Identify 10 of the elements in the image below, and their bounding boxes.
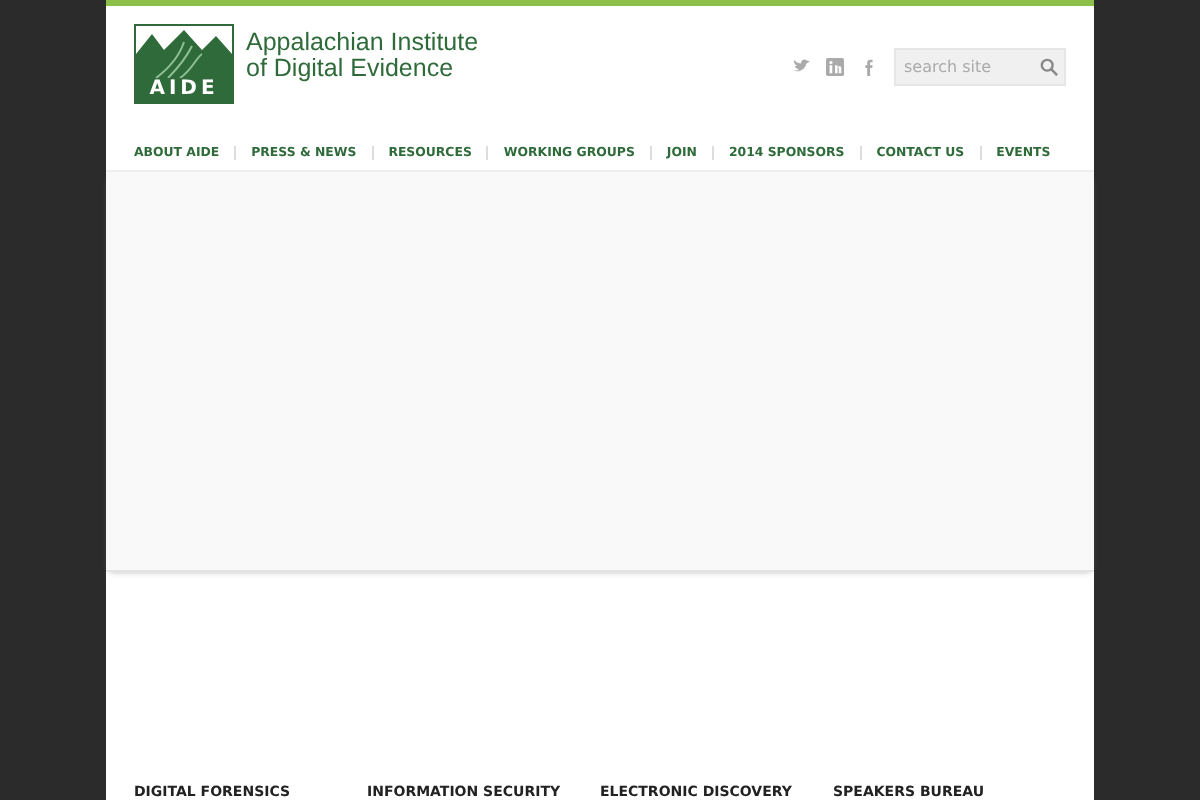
logo-text: AIDE	[136, 78, 232, 102]
search-icon[interactable]	[1040, 58, 1058, 76]
logo-title: of Digital Evidence	[246, 56, 456, 82]
linkedin-icon[interactable]	[826, 58, 844, 76]
logo-mark[interactable]: AIDE	[134, 24, 234, 104]
search-field[interactable]: search site	[894, 48, 1066, 86]
bird-icon[interactable]	[792, 58, 810, 76]
facebook-icon[interactable]	[860, 58, 878, 76]
mountains-icon	[136, 26, 232, 78]
logo-title: Appalachian Institute	[246, 30, 479, 56]
